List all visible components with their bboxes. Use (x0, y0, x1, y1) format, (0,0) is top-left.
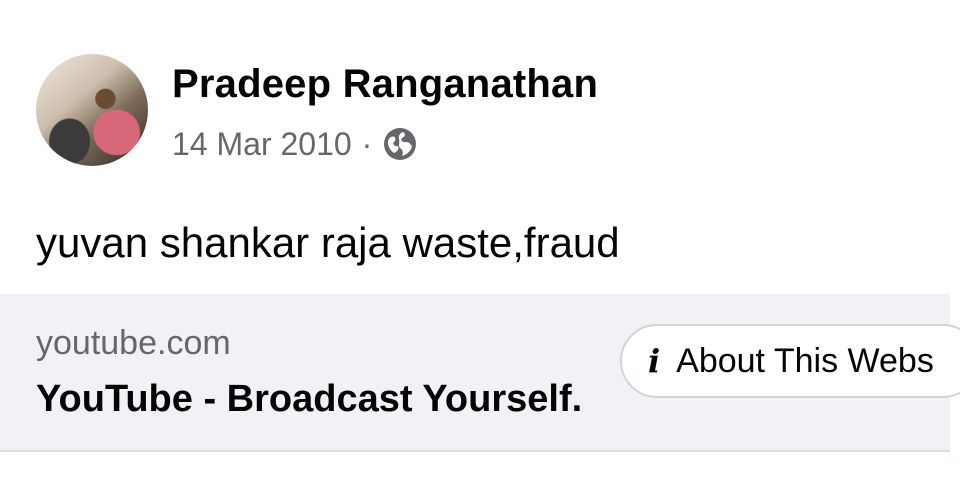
post-meta: 14 Mar 2010 · (172, 122, 418, 166)
link-domain: youtube.com (36, 324, 231, 362)
facebook-post: Pradeep Ranganathan 14 Mar 2010 · yuvan … (0, 0, 960, 484)
meta-separator: · (361, 126, 373, 162)
about-this-website-label: About This Webs (676, 341, 934, 380)
post-text: yuvan shankar raja waste,fraud (36, 219, 620, 266)
author-name[interactable]: Pradeep Ranganathan (172, 60, 598, 108)
author-avatar[interactable] (36, 54, 148, 166)
info-icon: i (648, 342, 661, 380)
post-date[interactable]: 14 Mar 2010 (172, 122, 352, 166)
globe-icon (382, 126, 418, 162)
about-this-website-button[interactable]: i About This Webs (620, 324, 960, 398)
link-title[interactable]: YouTube - Broadcast Yourself. (36, 376, 582, 422)
